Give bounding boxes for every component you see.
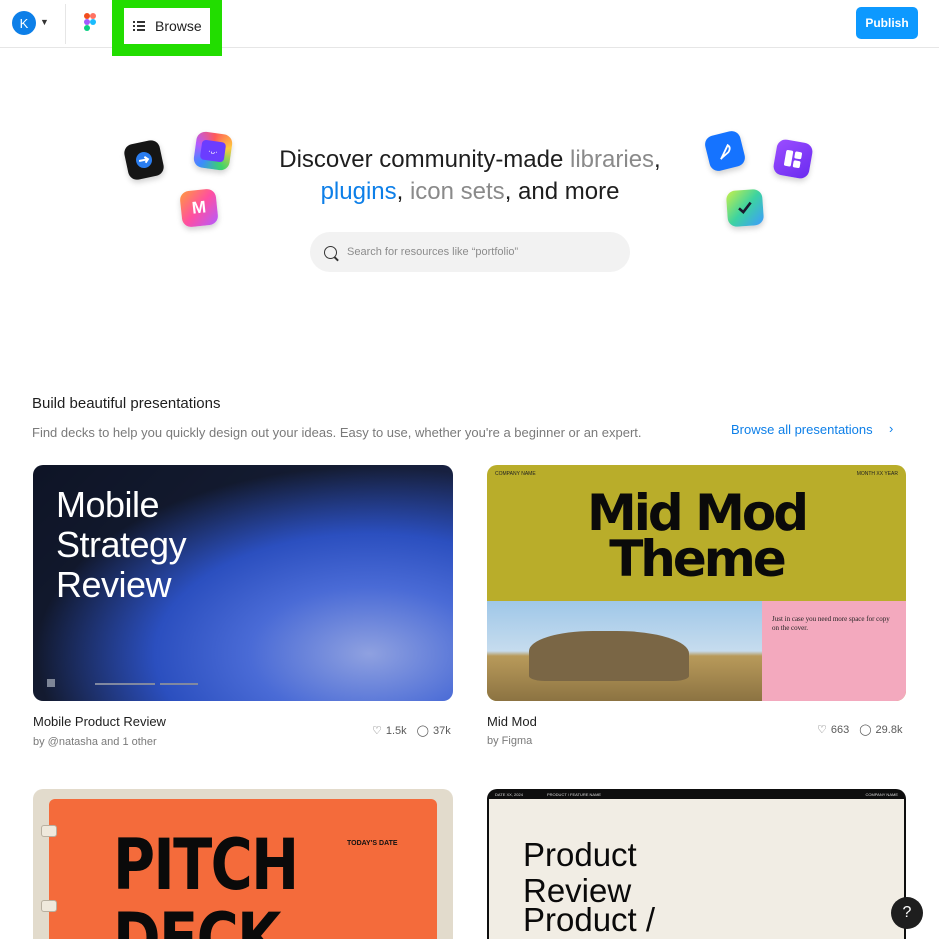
thumb-logo-square [47,679,55,687]
hero-title-comma: , [396,178,410,205]
thumb-title-line: Theme [609,530,787,588]
binder-ring [41,900,57,912]
browse-button[interactable]: Browse [124,8,210,44]
thumb-date: DATE XX, 2024 [495,792,523,797]
heart-icon: ♡ [372,725,382,737]
likes-count: 1.5k [385,724,407,737]
layout-plugin-icon [772,138,814,180]
list-icon [133,20,145,32]
users-stat: ◯ 29.8k [859,723,903,737]
icon-sets-link[interactable]: icon sets [410,178,505,205]
hero-title-end: , and more [504,178,620,205]
card-thumbnail-product-review[interactable]: DATE XX, 2024 PRODUCT / FEATURE NAME COM… [487,789,906,939]
thumb-date: TODAY'S DATE [347,840,398,847]
chevron-down-icon[interactable]: ▼ [40,17,49,27]
thumb-company: COMPANY NAME [865,792,898,797]
publish-button[interactable]: Publish [856,7,918,39]
thumb-company: COMPANY NAME [495,471,536,477]
card-thumbnail-pitch-deck[interactable]: PITCH DECK TODAY'S DATE [33,789,453,939]
thumb-title-line: PITCH [113,824,299,906]
thumb-feature: PRODUCT / FEATURE NAME [547,792,602,797]
thumb-footer-line [95,683,155,685]
search-bar[interactable] [310,232,630,272]
figma-logo-icon[interactable] [84,13,96,31]
user-icon: ◯ [416,725,429,737]
card-author[interactable]: by @natasha and 1 other [33,736,157,748]
thumb-month: MONTH XX YEAR [856,471,898,477]
thumb-title-line: Product / [523,901,656,938]
users-count: 29.8k [875,723,903,736]
user-avatar[interactable]: K [12,11,36,35]
search-icon [324,245,337,259]
hero-title-comma: , [654,146,661,173]
section-title: Build beautiful presentations [32,395,221,412]
thumb-caption-panel: Just in case you need more space for cop… [762,601,906,701]
likes-stat: ♡ 663 [817,723,850,737]
thumb-line: Mobile [56,484,160,525]
card-name[interactable]: Mid Mod [487,714,537,729]
section-description: Find decks to help you quickly design ou… [32,425,642,440]
thumb-line: Review [56,564,172,605]
thumb-caption: Just in case you need more space for cop… [772,615,890,632]
thumb-footer-line [160,683,198,685]
chevron-right-icon[interactable]: › [889,421,893,436]
card-author[interactable]: by Figma [487,735,532,747]
divider [65,4,66,44]
thumb-landscape-photo [487,601,762,701]
heart-icon: ♡ [817,724,827,736]
likes-stat: ♡ 1.5k [372,724,407,738]
card-stats: ♡ 1.5k ◯ 37k [372,724,451,738]
arrow-plugin-icon [122,138,166,182]
card-stats: ♡ 663 ◯ 29.8k [817,723,903,737]
thumb-cream-panel: Product Review Product / [489,799,904,939]
thumb-title-line: DECK [113,898,282,939]
browse-all-presentations-link[interactable]: Browse all presentations [731,422,873,437]
thumb-title-line: Product [523,836,637,873]
thumb-line: Strategy [56,524,187,565]
users-stat: ◯ 37k [416,724,451,738]
help-button[interactable]: ? [891,897,923,929]
card-thumbnail-mid-mod[interactable]: COMPANY NAME MONTH XX YEAR Mid Mod Theme… [487,465,906,701]
likes-count: 663 [830,723,850,736]
browse-label: Browse [155,18,202,34]
thumb-title: Mobile Strategy Review [56,484,187,605]
users-count: 37k [432,724,451,737]
libraries-link[interactable]: libraries [570,146,654,173]
plugins-link[interactable]: plugins [321,178,397,205]
user-icon: ◯ [859,724,872,736]
binder-ring [41,825,57,837]
card-name[interactable]: Mobile Product Review [33,714,166,729]
search-input[interactable] [347,246,607,258]
hero-title: Discover community-made libraries, plugi… [200,144,740,208]
card-thumbnail-mobile-product-review[interactable]: Mobile Strategy Review [33,465,453,701]
hero-title-text: Discover community-made [279,146,571,173]
